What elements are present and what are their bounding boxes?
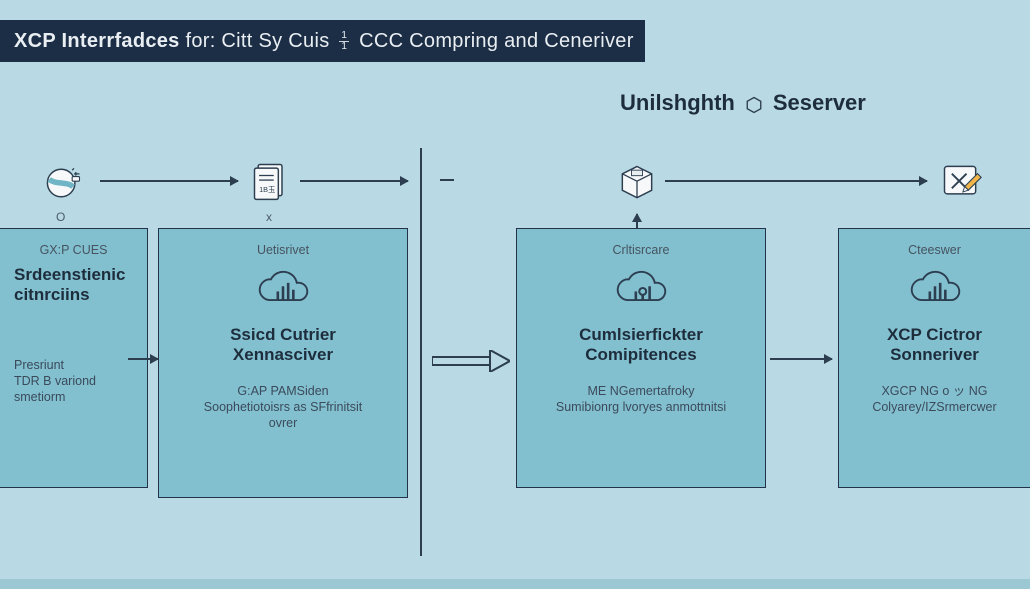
divider-dash-top (440, 179, 454, 181)
box-c-title: Cumlsierfickter Comipitences (531, 325, 751, 365)
bottom-bar (0, 579, 1030, 589)
thick-arrow-b-to-c (432, 350, 510, 372)
arrow-a-to-b (128, 358, 158, 360)
package-icon (614, 160, 660, 206)
sub-header-left: Unilshghth (620, 90, 735, 116)
icon-a-caption: O (56, 210, 65, 224)
cloud-bars-icon (853, 265, 1016, 311)
svg-text:1B玉: 1B玉 (259, 185, 275, 194)
globe-icon (40, 160, 86, 206)
box-d-top-label: Cteeswer (853, 243, 1016, 257)
box-a-subtext: Presriunt TDR B variond smetiorm (14, 357, 133, 405)
header-text: XCP Interrfadces for: Citt Sy Cuis 1 1 C… (14, 30, 634, 53)
box-d: Cteeswer XCP Cictror Sonneriver XGCP NG … (838, 228, 1030, 488)
cloud-bars-icon (173, 265, 393, 311)
arrow-icon-a-to-b (100, 180, 238, 182)
header-bar: XCP Interrfadces for: Citt Sy Cuis 1 1 C… (0, 20, 645, 62)
sub-header-right: Seserver (773, 90, 866, 116)
diagram-canvas: XCP Interrfadces for: Citt Sy Cuis 1 1 C… (0, 0, 1030, 589)
box-a-title: Srdeenstienic citnrciins (14, 265, 133, 305)
header-bold: XCP Interrfadces (14, 30, 180, 52)
box-d-subtext: XGCP NG o ッ NG Colyarey/IZSrmercwer (853, 383, 1016, 415)
vertical-divider (420, 148, 422, 556)
box-a-top-label: GX:P CUES (14, 243, 133, 257)
box-c: Crltisrcare Cumlsierfickter Comipitences… (516, 228, 766, 488)
document-icon: 1B玉 (248, 158, 294, 204)
arrow-icon-b-to-divider (300, 180, 408, 182)
box-b-top-label: Uetisrivet (173, 243, 393, 257)
header-suffix: CCC Compring and Ceneriver (359, 30, 634, 52)
icon-b-caption: x (266, 210, 272, 224)
sub-header: Unilshghth Seserver (620, 90, 866, 116)
box-d-title: XCP Cictror Sonneriver (853, 325, 1016, 365)
edit-x-icon (938, 158, 984, 204)
box-b: Uetisrivet Ssicd Cutrier Xennasciver G:A… (158, 228, 408, 498)
box-b-subtext: G:AP PAMSiden Soophetiotoisrs as SFfrini… (173, 383, 393, 431)
cloud-bars-icon (531, 265, 751, 311)
box-a: GX:P CUES Srdeenstienic citnrciins Presr… (0, 228, 148, 488)
arrow-up-to-package (636, 214, 638, 228)
hexagon-icon (745, 94, 763, 112)
arrow-icon-c-to-d (665, 180, 927, 182)
box-c-subtext: ME NGemertafroky Sumibionrg lvoryes anmo… (531, 383, 751, 415)
box-c-top-label: Crltisrcare (531, 243, 751, 257)
box-b-title: Ssicd Cutrier Xennasciver (173, 325, 393, 365)
arrow-c-to-d (770, 358, 832, 360)
header-mid: for: Citt Sy Cuis (180, 30, 336, 52)
header-fraction-icon: 1 1 (339, 31, 349, 52)
